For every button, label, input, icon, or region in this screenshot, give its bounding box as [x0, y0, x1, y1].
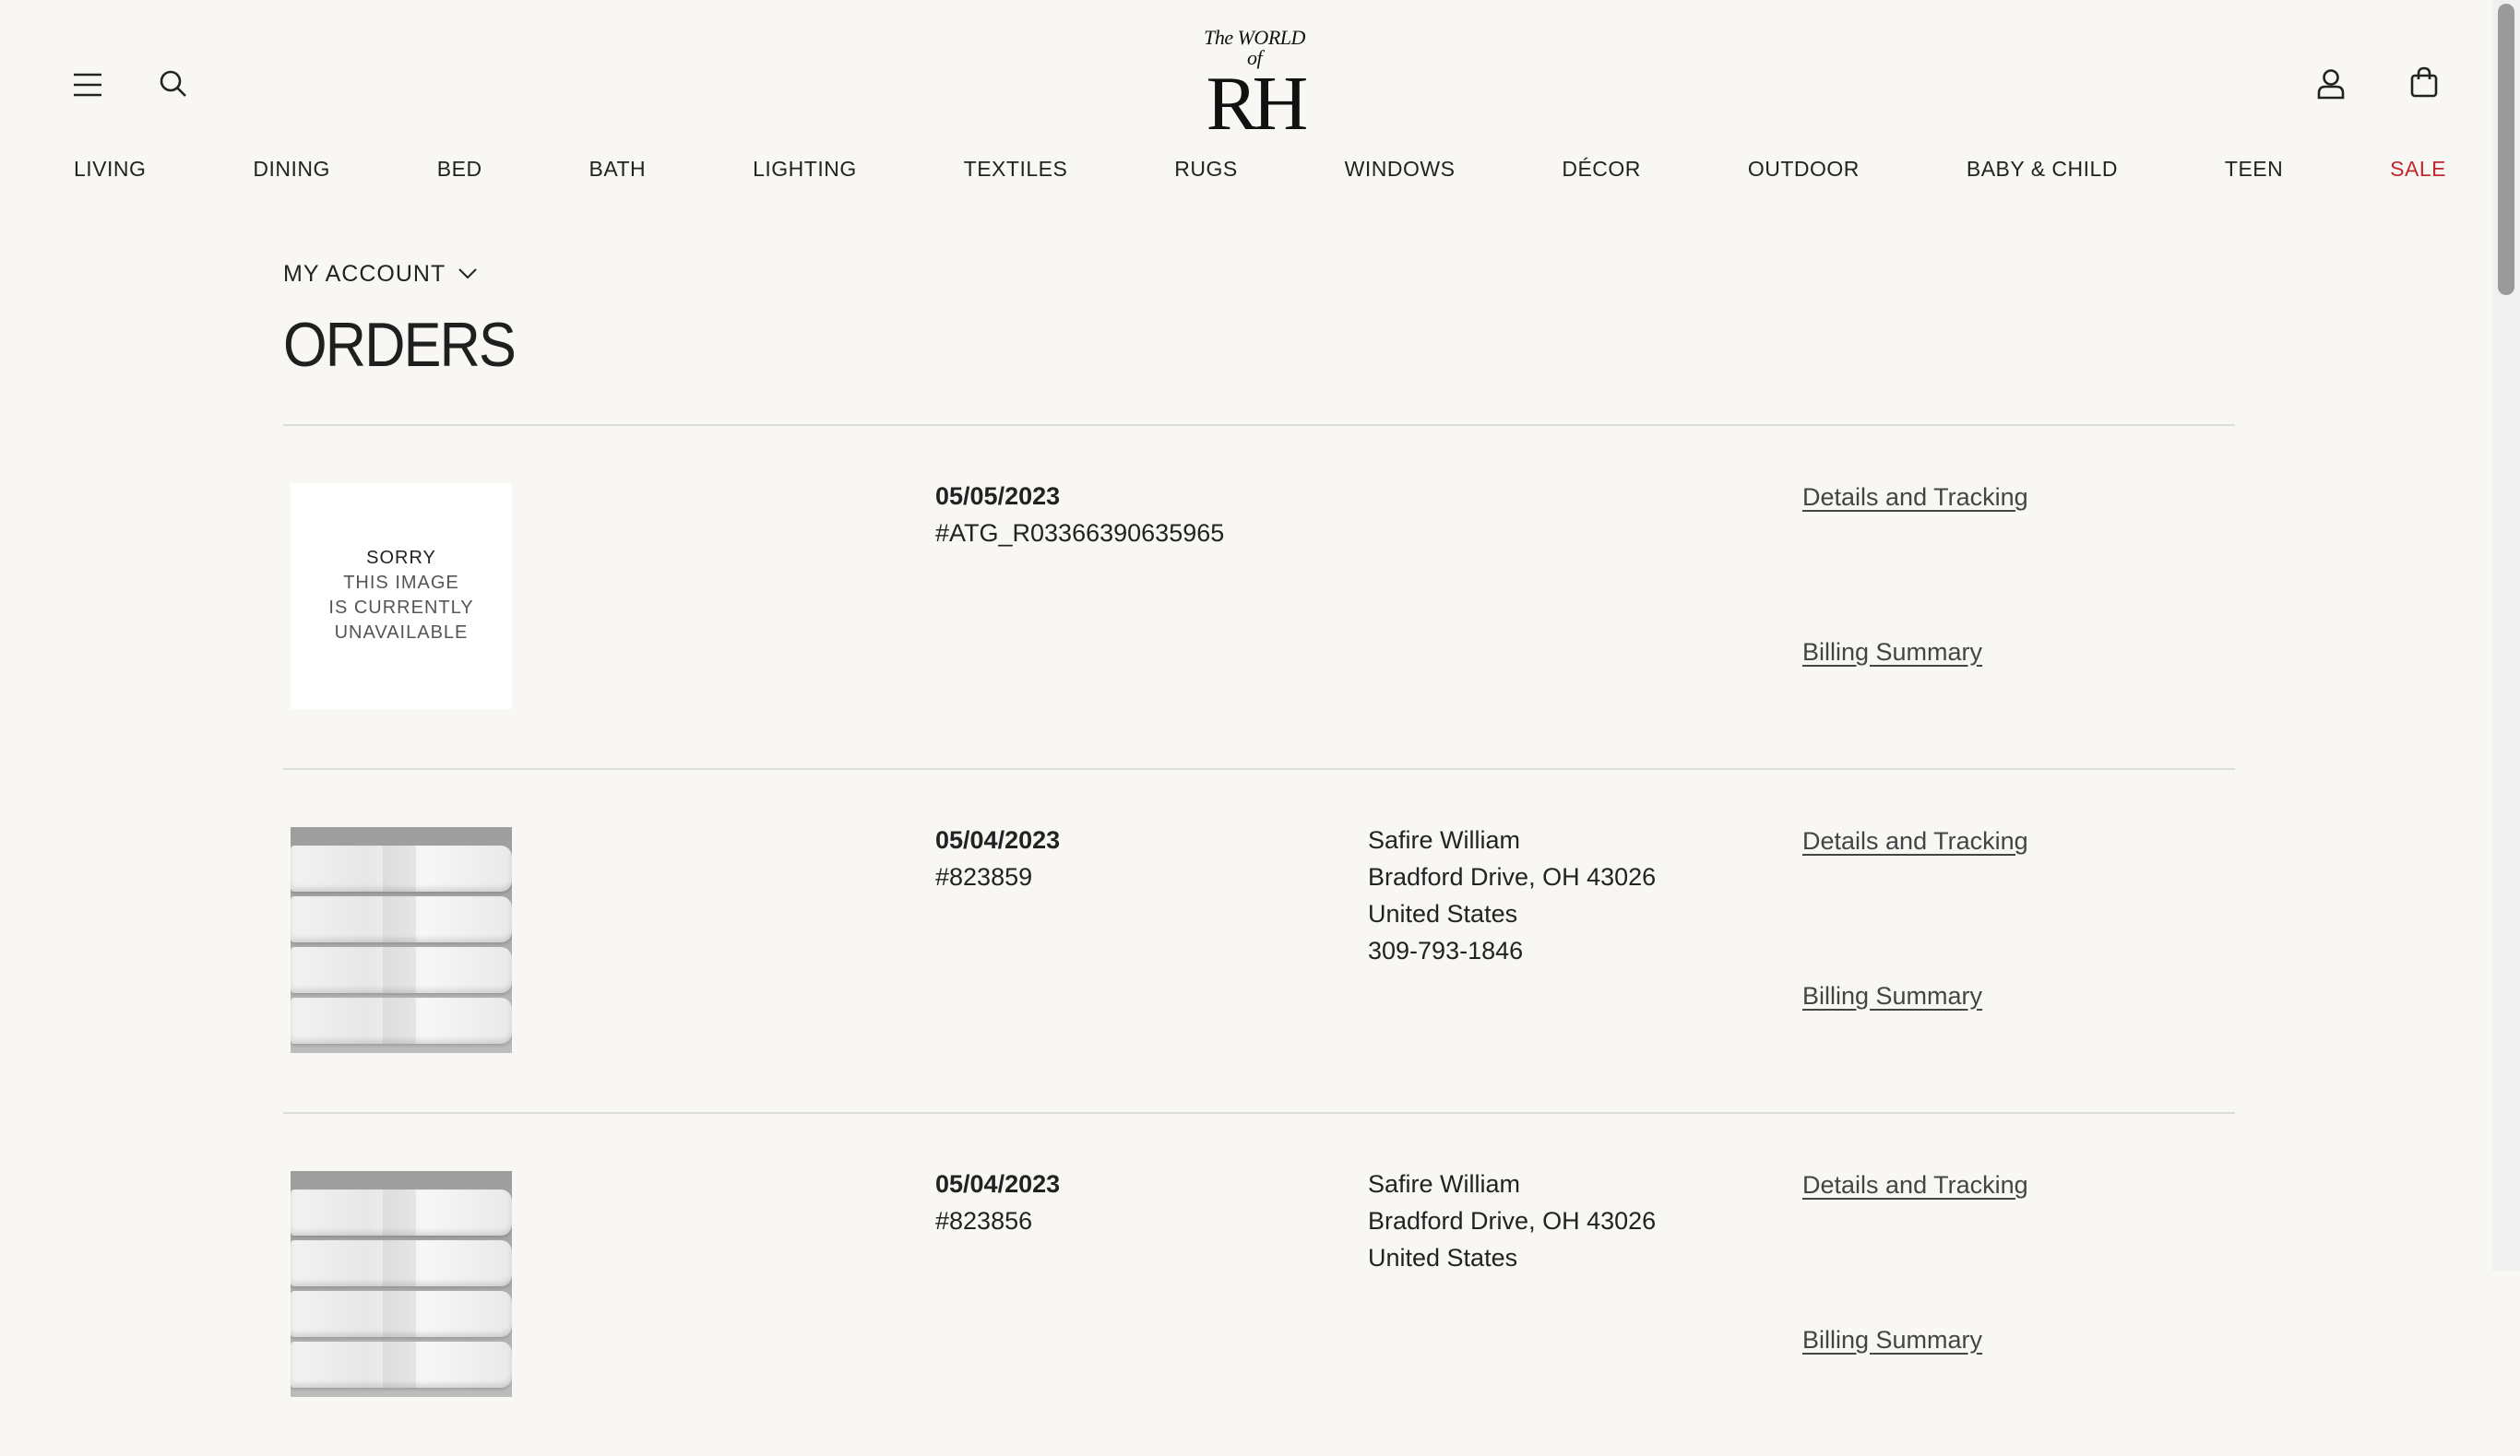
details-tracking-link[interactable]: Details and Tracking [1802, 1171, 2028, 1200]
chevron-down-icon [458, 268, 477, 279]
order-row: SORRY THIS IMAGE IS CURRENTLY UNAVAILABL… [283, 426, 2235, 770]
nav-teen[interactable]: TEEN [2225, 157, 2283, 182]
towel-stack-image [291, 826, 512, 1053]
rh-logo[interactable]: The WORLD of RH [1199, 28, 1310, 147]
order-date: 05/04/2023 [935, 1169, 1061, 1198]
shipping-address: Safire William Bradford Drive, OH 43026 … [1368, 822, 1656, 969]
nav-living[interactable]: LIVING [74, 157, 146, 182]
nav-rugs[interactable]: RUGS [1174, 157, 1237, 182]
order-date: 05/05/2023 [935, 481, 1061, 510]
address-street: Bradford Drive, OH 43026 [1368, 1206, 1657, 1235]
menu-icon[interactable] [72, 69, 103, 101]
order-row: 05/04/2023 #823859 Safire William Bradfo… [283, 770, 2235, 1114]
address-name: Safire William [1368, 1169, 1521, 1198]
nav-lighting[interactable]: LIGHTING [753, 157, 857, 182]
nav-sale[interactable]: SALE [2390, 157, 2446, 182]
order-row: 05/04/2023 #823856 Safire William Bradfo… [283, 1114, 2235, 1456]
orders-content: MY ACCOUNT ORDERS SORRY THIS IMAGE IS CU… [283, 258, 2235, 1456]
main-nav: LIVING DINING BED BATH LIGHTING TEXTILES… [74, 157, 2446, 182]
nav-decor[interactable]: DÉCOR [1562, 157, 1641, 182]
product-image[interactable] [291, 1170, 512, 1397]
image-unavailable-placeholder: SORRY THIS IMAGE IS CURRENTLY UNAVAILABL… [291, 482, 512, 709]
placeholder-line: THIS IMAGE [343, 573, 459, 594]
placeholder-line: UNAVAILABLE [334, 622, 469, 644]
my-account-dropdown[interactable]: MY ACCOUNT [283, 258, 2235, 290]
billing-summary-link[interactable]: Billing Summary [1802, 638, 1982, 667]
details-tracking-link[interactable]: Details and Tracking [1802, 483, 2028, 512]
towel-stack-image [291, 1170, 512, 1397]
nav-bed[interactable]: BED [437, 157, 482, 182]
nav-windows[interactable]: WINDOWS [1345, 157, 1456, 182]
nav-textiles[interactable]: TEXTILES [964, 157, 1068, 182]
page-scrollbar[interactable] [2492, 0, 2520, 1271]
order-number: #ATG_R03366390635965 [935, 518, 1225, 547]
placeholder-line: SORRY [366, 548, 436, 569]
address-name: Safire William [1368, 825, 1521, 854]
billing-summary-link[interactable]: Billing Summary [1802, 982, 1982, 1011]
logo-rh: RH [1206, 61, 1309, 147]
shipping-address: Safire William Bradford Drive, OH 43026 … [1368, 1166, 1656, 1276]
orders-list: SORRY THIS IMAGE IS CURRENTLY UNAVAILABL… [283, 426, 2235, 1456]
search-icon[interactable] [158, 68, 189, 100]
page-title: ORDERS [283, 310, 517, 380]
billing-summary-link[interactable]: Billing Summary [1802, 1326, 1982, 1355]
order-meta: 05/04/2023 #823859 [935, 822, 1060, 895]
order-number: #823856 [935, 1206, 1033, 1235]
details-tracking-link[interactable]: Details and Tracking [1802, 827, 2028, 856]
product-image[interactable] [291, 826, 512, 1053]
address-phone: 309-793-1846 [1368, 936, 1524, 965]
order-number: #823859 [935, 862, 1033, 891]
nav-baby-child[interactable]: BABY & CHILD [1967, 157, 2118, 182]
nav-dining[interactable]: DINING [253, 157, 330, 182]
placeholder-line: IS CURRENTLY [328, 598, 474, 619]
my-account-label: MY ACCOUNT [283, 260, 446, 287]
order-date: 05/04/2023 [935, 825, 1061, 854]
nav-outdoor[interactable]: OUTDOOR [1748, 157, 1860, 182]
site-header: The WORLD of RH LIVING DINING BED BATH L… [0, 0, 2492, 184]
address-country: United States [1368, 899, 1518, 928]
nav-bath[interactable]: BATH [589, 157, 647, 182]
shopping-bag-icon[interactable] [2408, 65, 2440, 100]
order-meta: 05/04/2023 #823856 [935, 1166, 1060, 1239]
order-meta: 05/05/2023 #ATG_R03366390635965 [935, 478, 1224, 551]
account-icon[interactable] [2315, 66, 2347, 101]
address-street: Bradford Drive, OH 43026 [1368, 862, 1657, 891]
scrollbar-thumb[interactable] [2498, 4, 2514, 295]
